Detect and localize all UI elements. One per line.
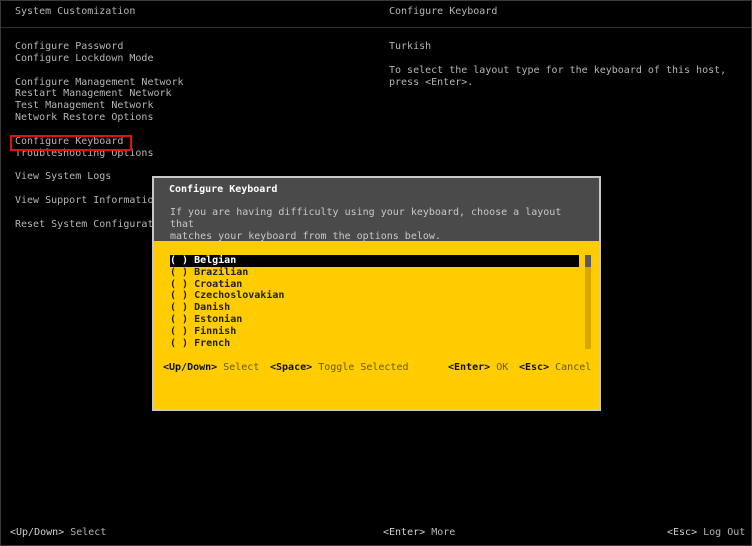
dialog-toggle-text: Toggle Selected bbox=[318, 362, 409, 373]
footer-more-text: More bbox=[431, 527, 456, 538]
footer-logout-text: Log Out bbox=[703, 527, 746, 538]
option-belgian[interactable]: ( ) Belgian bbox=[170, 255, 579, 267]
dialog-select-text: Select bbox=[223, 362, 260, 373]
dialog-title-bar: Configure Keyboard bbox=[154, 178, 599, 202]
current-keyboard-layout: Turkish bbox=[389, 41, 432, 52]
menu-item-test-management-network[interactable]: Test Management Network bbox=[15, 100, 184, 112]
selected-item-highlight bbox=[10, 135, 132, 151]
footer-logout-hint[interactable]: <Esc> Log Out bbox=[667, 527, 745, 539]
dialog-title: Configure Keyboard bbox=[169, 184, 278, 195]
menu-group-network: Configure Management Network Restart Man… bbox=[15, 77, 184, 124]
right-panel: Turkish To select the layout type for th… bbox=[389, 41, 739, 89]
option-finnish[interactable]: ( ) Finnish bbox=[170, 326, 580, 338]
right-panel-description: To select the layout type for the keyboa… bbox=[389, 65, 727, 88]
dialog-help-text: If you are having difficulty using your … bbox=[170, 207, 562, 242]
dialog-ok-text: OK bbox=[496, 362, 509, 373]
dialog-cancel-button[interactable]: <Esc> Cancel bbox=[519, 362, 591, 374]
option-brazilian[interactable]: ( ) Brazilian bbox=[170, 267, 580, 279]
footer-select-text: Select bbox=[70, 527, 107, 538]
dialog-select-hint: <Up/Down> Select bbox=[163, 362, 259, 374]
dialog-help-area: If you are having difficulty using your … bbox=[154, 202, 599, 242]
options-scrollbar-thumb[interactable] bbox=[585, 255, 591, 267]
configure-keyboard-dialog: Configure Keyboard If you are having dif… bbox=[152, 176, 601, 411]
menu-item-configure-management-network[interactable]: Configure Management Network bbox=[15, 77, 184, 89]
dialog-ok-button[interactable]: <Enter> OK bbox=[448, 362, 508, 374]
dialog-esc-key: <Esc> bbox=[519, 362, 550, 373]
footer-more-hint: <Enter> More bbox=[383, 527, 455, 539]
menu-item-restart-management-network[interactable]: Restart Management Network bbox=[15, 88, 184, 100]
footer-select-hint: <Up/Down> Select bbox=[10, 527, 106, 539]
option-french[interactable]: ( ) French bbox=[170, 338, 580, 350]
options-scrollbar[interactable] bbox=[585, 255, 591, 349]
right-panel-title: Configure Keyboard bbox=[389, 6, 498, 17]
menu-item-network-restore-options[interactable]: Network Restore Options bbox=[15, 112, 184, 124]
option-croatian[interactable]: ( ) Croatian bbox=[170, 279, 580, 291]
footer-enter-key: <Enter> bbox=[383, 527, 426, 538]
option-danish[interactable]: ( ) Danish bbox=[170, 302, 580, 314]
dialog-space-key: <Space> bbox=[270, 362, 313, 373]
keyboard-layout-list: ( ) Belgian ( ) Brazilian ( ) Croatian (… bbox=[170, 255, 580, 349]
dialog-cancel-text: Cancel bbox=[555, 362, 592, 373]
footer-esc-key: <Esc> bbox=[667, 527, 698, 538]
header-divider bbox=[1, 27, 751, 28]
dialog-toggle-hint: <Space> Toggle Selected bbox=[270, 362, 409, 374]
menu-item-configure-lockdown-mode[interactable]: Configure Lockdown Mode bbox=[15, 53, 184, 65]
dialog-enter-key: <Enter> bbox=[448, 362, 491, 373]
option-czechoslovakian[interactable]: ( ) Czechoslovakian bbox=[170, 290, 580, 302]
menu-item-configure-password[interactable]: Configure Password bbox=[15, 41, 184, 53]
menu-group-password: Configure Password Configure Lockdown Mo… bbox=[15, 41, 184, 65]
option-estonian[interactable]: ( ) Estonian bbox=[170, 314, 580, 326]
dialog-updown-key: <Up/Down> bbox=[163, 362, 218, 373]
system-customization-title: System Customization bbox=[15, 6, 136, 17]
footer-updown-key: <Up/Down> bbox=[10, 527, 65, 538]
